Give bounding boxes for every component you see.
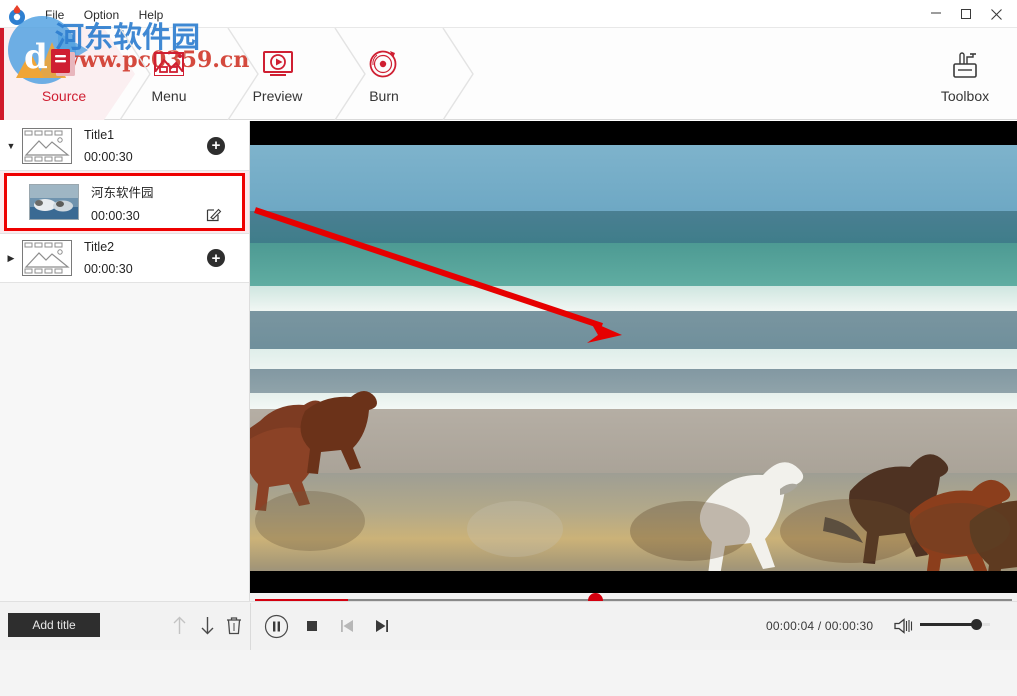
tab-preview[interactable]: Preview bbox=[240, 28, 315, 120]
title-row-duration: 00:00:30 bbox=[84, 150, 249, 164]
toolbar-divider bbox=[250, 603, 251, 651]
horse-reflections bbox=[250, 121, 1017, 593]
title-row-name: Title1 bbox=[84, 128, 249, 142]
stop-button[interactable] bbox=[299, 613, 325, 639]
next-button[interactable] bbox=[369, 613, 395, 639]
add-title-button[interactable]: Add title bbox=[8, 613, 100, 637]
trash-icon[interactable] bbox=[223, 614, 245, 636]
edit-pencil-icon[interactable] bbox=[206, 206, 222, 222]
tab-burn-label: Burn bbox=[369, 88, 399, 104]
picture-frame-icon bbox=[147, 43, 191, 85]
title-bar: File Option Help bbox=[0, 0, 1017, 28]
title-row-selected-border: 河东软件园 00:00:30 bbox=[4, 173, 245, 231]
toolbox-icon bbox=[943, 43, 987, 85]
document-list-icon bbox=[42, 43, 86, 85]
title-row-name: Title2 bbox=[84, 240, 249, 254]
volume-slider-fill bbox=[920, 623, 977, 626]
tab-source[interactable]: Source bbox=[25, 28, 103, 120]
tab-menu-label: Menu bbox=[151, 88, 186, 104]
title-row[interactable]: 河东软件园 00:00:30 bbox=[7, 176, 242, 228]
speaker-icon[interactable] bbox=[893, 615, 915, 637]
chevron-down-icon[interactable]: ▼ bbox=[0, 141, 22, 151]
seals-on-ice-thumbnail bbox=[29, 184, 79, 220]
previous-button[interactable] bbox=[334, 613, 360, 639]
title-row-name: 河东软件园 bbox=[91, 182, 242, 201]
title-row[interactable]: ▶ Title2 00:00:30 bbox=[0, 233, 249, 283]
arrow-down-icon[interactable] bbox=[196, 614, 218, 636]
chevron-right-icon[interactable]: ▶ bbox=[0, 253, 22, 264]
application-window: File Option Help bbox=[0, 0, 1017, 696]
tab-toolbox-label: Toolbox bbox=[941, 88, 989, 104]
title-list-panel: ▼ Title1 00:00:30 bbox=[0, 121, 250, 601]
tab-source-label: Source bbox=[42, 88, 86, 104]
monitor-play-icon bbox=[256, 43, 300, 85]
time-display: 00:00:04 / 00:00:30 bbox=[766, 619, 873, 633]
plus-icon[interactable]: + bbox=[207, 137, 225, 155]
plus-icon[interactable]: + bbox=[207, 249, 225, 267]
menu-option[interactable]: Option bbox=[79, 7, 129, 23]
bottom-toolbar: Add title bbox=[0, 601, 1017, 650]
disc-burn-icon bbox=[362, 43, 406, 85]
title-row-duration: 00:00:30 bbox=[84, 262, 249, 276]
selected-row-highlight: 河东软件园 00:00:30 bbox=[0, 171, 249, 233]
status-bar: 40M/4.30G DVD (4.7G) ▾ Standard ▾ bbox=[0, 650, 1017, 696]
tab-separator-4 bbox=[441, 28, 475, 120]
tab-toolbox[interactable]: Toolbox bbox=[925, 28, 1005, 120]
pause-button[interactable] bbox=[263, 613, 289, 639]
tab-menu[interactable]: Menu bbox=[133, 28, 205, 120]
letterbox-bottom bbox=[250, 571, 1017, 593]
title-row[interactable]: ▼ Title1 00:00:30 bbox=[0, 121, 249, 171]
menu-file[interactable]: File bbox=[40, 7, 74, 23]
arrow-up-icon[interactable] bbox=[168, 614, 190, 636]
tab-burn[interactable]: Burn bbox=[349, 28, 419, 120]
menu-help[interactable]: Help bbox=[134, 7, 174, 23]
window-controls bbox=[921, 4, 1011, 24]
volume-slider-handle[interactable] bbox=[971, 619, 982, 630]
menu-bar: File Option Help bbox=[40, 6, 173, 24]
ribbon-accent-bar bbox=[0, 28, 4, 120]
filmstrip-placeholder-icon bbox=[22, 240, 72, 276]
close-button[interactable] bbox=[981, 4, 1011, 24]
tab-preview-label: Preview bbox=[253, 88, 303, 104]
ribbon-toolbar: Source Menu bbox=[0, 28, 1017, 120]
video-preview[interactable] bbox=[250, 121, 1017, 593]
app-logo-icon bbox=[6, 4, 28, 26]
maximize-button[interactable] bbox=[951, 4, 981, 24]
filmstrip-placeholder-icon bbox=[22, 128, 72, 164]
minimize-button[interactable] bbox=[921, 4, 951, 24]
